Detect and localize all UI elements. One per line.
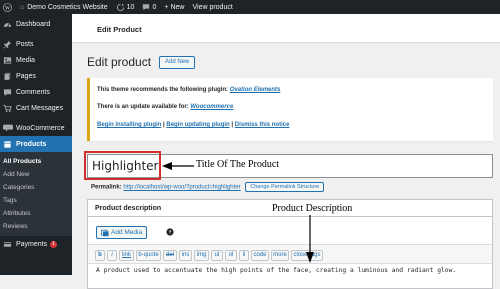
sidebar-item-dashboard[interactable]: Dashboard bbox=[0, 16, 72, 32]
qt-ul-button[interactable]: ul bbox=[211, 250, 223, 261]
submenu-all-products[interactable]: All Products bbox=[0, 155, 72, 168]
qt-code-button[interactable]: code bbox=[251, 250, 269, 261]
add-new-button[interactable]: Add New bbox=[159, 56, 196, 69]
sidebar-item-comments[interactable]: Comments bbox=[0, 84, 72, 100]
new-content-link[interactable]: + New bbox=[160, 0, 188, 14]
title-highlight-box bbox=[84, 151, 161, 180]
plugin-notice: This theme recommends the following plug… bbox=[87, 78, 493, 141]
submenu-reviews[interactable]: Reviews bbox=[0, 220, 72, 233]
updates-icon bbox=[116, 2, 124, 11]
comments-count: 0 bbox=[152, 3, 157, 11]
qt-bold-button[interactable]: b bbox=[95, 250, 105, 261]
sidebar-item-pages[interactable]: Pages bbox=[0, 68, 72, 84]
sidebar-item-label: Pages bbox=[16, 72, 36, 80]
wordpress-logo-icon[interactable]: W bbox=[0, 0, 16, 14]
qt-italic-button[interactable]: i bbox=[107, 250, 117, 261]
home-icon: ⌂ bbox=[20, 3, 25, 11]
page-header-bar: Edit Product bbox=[72, 14, 500, 43]
sidebar-item-label: Comments bbox=[16, 88, 50, 96]
updates-link[interactable]: 10 bbox=[112, 0, 139, 14]
title-annotation: Title Of The Product bbox=[196, 159, 280, 170]
sidebar-item-label: Posts bbox=[16, 40, 34, 48]
comments-link[interactable]: 0 bbox=[138, 0, 160, 14]
new-label: New bbox=[170, 3, 185, 11]
sidebar-item-woocommerce[interactable]: WooCommerce bbox=[0, 120, 72, 136]
quicktags-toolbar: b i link b-quote del ins img ul ol li co… bbox=[88, 244, 492, 264]
help-icon[interactable]: ? bbox=[166, 228, 174, 236]
media-icon bbox=[101, 229, 109, 236]
title-arrow-icon bbox=[162, 162, 194, 170]
ovation-elements-link[interactable]: Ovation Elements bbox=[230, 87, 281, 93]
description-annotation: Product Description bbox=[272, 203, 353, 214]
permalink-label: Permalink: bbox=[91, 184, 122, 191]
sidebar-item-label: Cart Messages bbox=[16, 104, 64, 112]
sidebar-item-label: Dashboard bbox=[16, 20, 51, 28]
woocommerce-link[interactable]: Woocommerce bbox=[190, 104, 233, 110]
submenu-categories[interactable]: Categories bbox=[0, 181, 72, 194]
begin-installing-link[interactable]: Begin installing plugin bbox=[97, 122, 161, 128]
notice-actions: Begin installing plugin | Begin updating… bbox=[97, 122, 290, 128]
sidebar-item-posts[interactable]: Posts bbox=[0, 36, 72, 52]
dismiss-notice-link[interactable]: Dismiss this notice bbox=[235, 122, 290, 128]
permalink-row: Permalink: http://localhost/wp-woo/?prod… bbox=[91, 182, 325, 192]
qt-link-button[interactable]: link bbox=[119, 250, 134, 261]
plus-icon: + bbox=[164, 3, 169, 11]
qt-bquote-button[interactable]: b-quote bbox=[136, 250, 161, 261]
qt-more-button[interactable]: more bbox=[271, 250, 289, 261]
payments-icon bbox=[2, 239, 13, 250]
description-arrow-icon bbox=[306, 215, 314, 263]
submenu-add-new[interactable]: Add New bbox=[0, 168, 72, 181]
view-product-label: View product bbox=[192, 3, 233, 11]
add-media-button[interactable]: Add Media bbox=[96, 226, 148, 239]
admin-sidebar: Dashboard Posts Media Pages Comments Car… bbox=[0, 14, 72, 275]
svg-text:?: ? bbox=[169, 230, 172, 236]
comment-icon bbox=[143, 4, 150, 11]
change-permalink-button[interactable]: Change Permalink Structure bbox=[245, 182, 325, 192]
breadcrumb: Edit Product bbox=[97, 25, 142, 34]
qt-li-button[interactable]: li bbox=[239, 250, 249, 261]
description-editor-content[interactable]: A product used to accentuate the high po… bbox=[96, 267, 456, 274]
qt-ins-button[interactable]: ins bbox=[179, 250, 192, 261]
comment-icon bbox=[2, 87, 13, 98]
dashboard-icon bbox=[2, 19, 13, 30]
submenu-tags[interactable]: Tags bbox=[0, 194, 72, 207]
qt-img-button[interactable]: img bbox=[194, 250, 209, 261]
admin-bar: W ⌂ Demo Cosmetics Website 10 0 + New Vi… bbox=[0, 0, 500, 14]
woo-icon bbox=[2, 123, 13, 134]
site-name: Demo Cosmetics Website bbox=[27, 3, 108, 11]
media-icon bbox=[2, 55, 13, 66]
products-icon bbox=[2, 139, 13, 150]
begin-updating-link[interactable]: Begin updating plugin bbox=[166, 122, 229, 128]
sidebar-item-media[interactable]: Media bbox=[0, 52, 72, 68]
sidebar-item-label: Products bbox=[16, 140, 47, 148]
cart-icon bbox=[2, 103, 13, 114]
qt-del-button[interactable]: del bbox=[163, 250, 177, 261]
updates-count: 10 bbox=[126, 3, 135, 11]
payments-badge: 1 bbox=[50, 240, 57, 248]
page-title: Edit product bbox=[87, 55, 152, 69]
sidebar-item-cart-messages[interactable]: Cart Messages bbox=[0, 100, 72, 116]
sidebar-item-label: Payments bbox=[16, 240, 48, 248]
qt-ol-button[interactable]: ol bbox=[225, 250, 237, 261]
pin-icon bbox=[2, 39, 13, 50]
sidebar-item-payments[interactable]: Payments 1 bbox=[0, 236, 72, 252]
sidebar-item-label: WooCommerce bbox=[16, 124, 65, 132]
description-heading: Product description bbox=[95, 205, 162, 212]
site-name-link[interactable]: ⌂ Demo Cosmetics Website bbox=[16, 0, 112, 14]
permalink-url[interactable]: http://localhost/wp-woo/?product=highlig… bbox=[123, 185, 240, 191]
sidebar-item-label: Media bbox=[16, 56, 36, 64]
view-product-link[interactable]: View product bbox=[188, 0, 236, 14]
main-content: Edit Product Edit product Add New This t… bbox=[72, 14, 500, 289]
notice-line-1: This theme recommends the following plug… bbox=[97, 87, 281, 93]
products-submenu: All Products Add New Categories Tags Att… bbox=[0, 152, 72, 236]
notice-line-2: There is an update available for: Woocom… bbox=[97, 104, 234, 110]
sidebar-item-products[interactable]: Products bbox=[0, 136, 72, 152]
svg-text:W: W bbox=[5, 6, 10, 11]
pages-icon bbox=[2, 71, 13, 82]
submenu-attributes[interactable]: Attributes bbox=[0, 207, 72, 220]
